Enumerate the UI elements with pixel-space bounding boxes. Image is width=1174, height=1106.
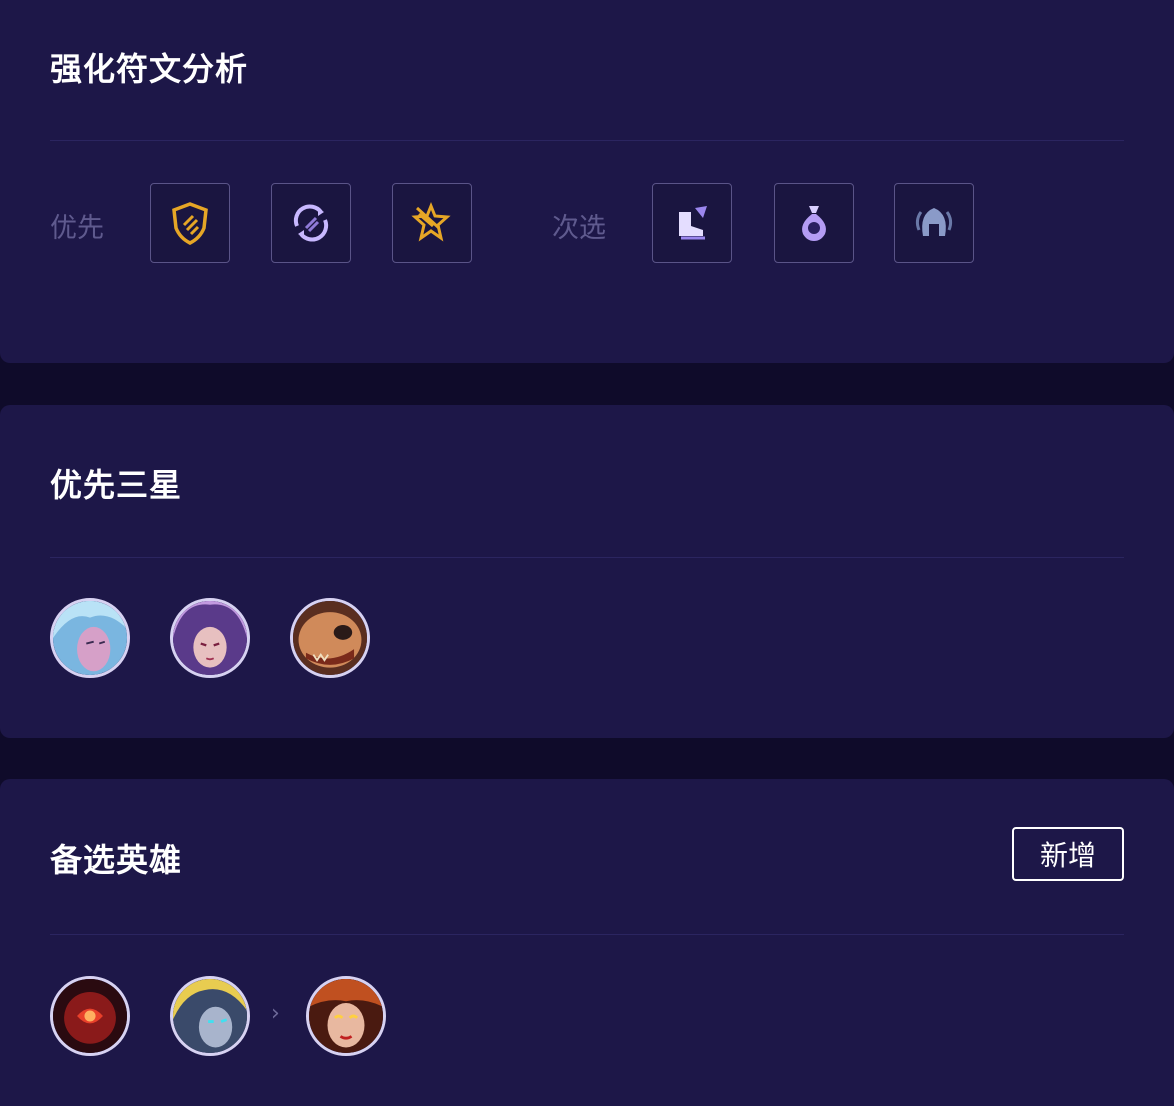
divider <box>50 934 1124 935</box>
champion-portrait-pink-hair[interactable] <box>170 598 250 678</box>
divider <box>50 557 1124 558</box>
divider <box>50 140 1124 141</box>
boots-augment-icon[interactable] <box>652 183 732 263</box>
three-star-title: 优先三星 <box>50 466 183 504</box>
champion-portrait-red[interactable] <box>50 976 130 1056</box>
champion-portrait-fire-mask[interactable] <box>306 976 386 1056</box>
augment-analysis-panel: 强化符文分析 优先 次选 <box>0 0 1174 363</box>
champion-portrait-blue-hair[interactable] <box>50 598 130 678</box>
star-feather-augment-icon[interactable] <box>392 183 472 263</box>
champion-portrait-beast[interactable] <box>290 598 370 678</box>
shield-augment-icon[interactable] <box>150 183 230 263</box>
chevron-right-icon: › <box>271 1001 280 1026</box>
helmet-augment-icon[interactable] <box>894 183 974 263</box>
alternate-heroes-title: 备选英雄 <box>50 841 183 879</box>
money-bag-augment-icon[interactable] <box>774 183 854 263</box>
circular-arrows-augment-icon[interactable] <box>271 183 351 263</box>
alternate-heroes-panel: 备选英雄 新增 › <box>0 779 1174 1106</box>
champion-portrait-blonde[interactable] <box>170 976 250 1056</box>
primary-label: 优先 <box>50 213 104 244</box>
secondary-label: 次选 <box>552 213 606 244</box>
add-button[interactable]: 新增 <box>1012 827 1124 881</box>
three-star-panel: 优先三星 <box>0 405 1174 738</box>
augment-analysis-title: 强化符文分析 <box>50 50 249 88</box>
